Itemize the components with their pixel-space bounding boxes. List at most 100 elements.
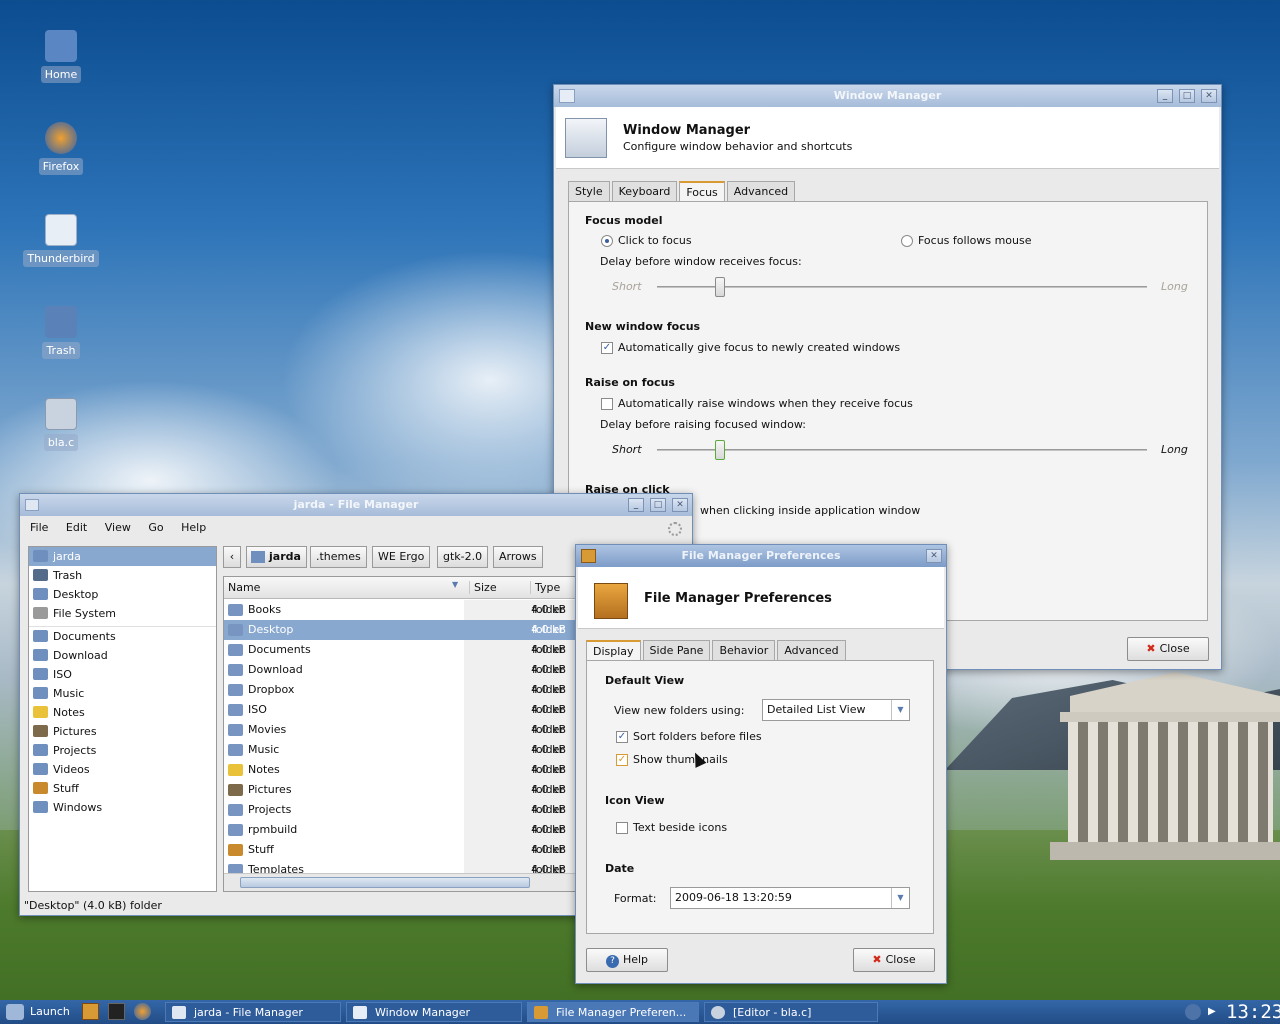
date-format-select[interactable]: 2009-06-18 13:20:59 ▼ — [670, 887, 910, 909]
breadcrumb-themes[interactable]: .themes — [310, 546, 367, 568]
path-back-button[interactable]: ‹ — [223, 546, 241, 568]
file-manager-launcher-icon[interactable] — [82, 1003, 99, 1020]
file-type: folder — [532, 683, 564, 696]
sidebar-item-iso[interactable]: ISO — [29, 665, 216, 684]
firefox-launcher-icon[interactable] — [134, 1003, 151, 1020]
column-header-size[interactable]: Size — [469, 581, 497, 594]
close-window-button[interactable]: ✕ — [672, 498, 688, 512]
maximize-button[interactable]: □ — [650, 498, 666, 512]
focus-model-heading: Focus model — [585, 214, 663, 227]
file-name: Dropbox — [248, 683, 295, 696]
tab-advanced[interactable]: Advanced — [777, 640, 846, 661]
breadcrumb-we-ergo[interactable]: WE Ergo — [372, 546, 431, 568]
sidebar-item-videos[interactable]: Videos — [29, 760, 216, 779]
folder-icon — [228, 824, 243, 836]
task-window-manager[interactable]: Window Manager — [346, 1002, 522, 1022]
text-beside-icons-checkbox[interactable]: Text beside icons — [616, 821, 727, 834]
chevron-down-icon: ▼ — [891, 888, 909, 908]
raise-delay-label: Delay before raising focused window: — [600, 418, 806, 431]
help-button[interactable]: ? Help — [586, 948, 668, 972]
click-to-focus-radio[interactable]: Click to focus — [601, 234, 692, 247]
sidebar-item-documents[interactable]: Documents — [29, 627, 216, 646]
menu-help[interactable]: Help — [181, 521, 206, 534]
folder-icon — [33, 801, 48, 813]
tab-display[interactable]: Display — [586, 640, 641, 661]
raise-delay-slider-handle[interactable] — [715, 440, 725, 460]
minimize-button[interactable]: _ — [1157, 89, 1173, 103]
sidebar-item-jarda[interactable]: jarda — [29, 547, 216, 566]
menu-edit[interactable]: Edit — [66, 521, 87, 534]
sidebar-item-pictures[interactable]: Pictures — [29, 722, 216, 741]
tray-expand-icon[interactable]: ▶ — [1208, 1004, 1218, 1020]
dialog-header: File Manager Preferences — [578, 567, 944, 629]
window-menu-icon[interactable] — [559, 89, 575, 103]
folder-icon — [228, 744, 243, 756]
sidebar-item-desktop[interactable]: Desktop — [29, 585, 216, 604]
launch-menu-button[interactable]: Launch — [4, 1002, 70, 1022]
window-titlebar[interactable]: Window Manager _ □ ✕ — [554, 85, 1221, 107]
menu-view[interactable]: View — [105, 521, 131, 534]
terminal-launcher-icon[interactable] — [108, 1003, 125, 1020]
desktop-icon-thunderbird[interactable]: Thunderbird — [21, 214, 101, 267]
sidebar-item-windows[interactable]: Windows — [29, 798, 216, 817]
sidebar-item-music[interactable]: Music — [29, 684, 216, 703]
maximize-button[interactable]: □ — [1179, 89, 1195, 103]
sidebar-item-download[interactable]: Download — [29, 646, 216, 665]
auto-raise-checkbox[interactable]: Automatically raise windows when they re… — [601, 397, 913, 410]
raise-delay-slider-track[interactable] — [657, 449, 1147, 451]
display-tab-panel: Default View View new folders using: Det… — [586, 660, 934, 934]
desktop-icon-home[interactable]: Home — [21, 30, 101, 83]
show-thumbnails-checkbox[interactable]: ✓ Show thumbnails — [616, 753, 728, 766]
task-label: jarda - File Manager — [194, 1006, 303, 1019]
column-header-type[interactable]: Type — [530, 581, 560, 594]
folder-icon[interactable] — [25, 499, 39, 511]
close-window-button[interactable]: ✕ — [1201, 89, 1217, 103]
sidebar-item-notes[interactable]: Notes — [29, 703, 216, 722]
focus-delay-slider-handle[interactable] — [715, 277, 725, 297]
breadcrumb-gtk[interactable]: gtk-2.0 — [437, 546, 489, 568]
tab-advanced[interactable]: Advanced — [726, 181, 796, 202]
task-file-manager[interactable]: jarda - File Manager — [165, 1002, 341, 1022]
default-view-heading: Default View — [605, 674, 685, 687]
minimize-button[interactable]: _ — [628, 498, 644, 512]
scrollbar-thumb[interactable] — [240, 877, 530, 888]
window-titlebar[interactable]: jarda - File Manager _ □ ✕ — [20, 494, 692, 516]
radio-label: Click to focus — [618, 234, 692, 247]
task-editor[interactable]: [Editor - bla.c] — [704, 1002, 878, 1022]
clock[interactable]: 13:23 — [1226, 1000, 1280, 1024]
breadcrumb-arrows[interactable]: Arrows — [493, 546, 543, 568]
column-header-name[interactable]: Name — [228, 581, 260, 594]
trash-icon — [45, 306, 77, 338]
tab-style[interactable]: Style — [568, 181, 610, 202]
tab-behavior[interactable]: Behavior — [712, 640, 776, 661]
close-button[interactable]: ✖ Close — [1127, 637, 1209, 661]
desktop-icon-firefox[interactable]: Firefox — [21, 122, 101, 175]
auto-focus-new-windows-checkbox[interactable]: ✓ Automatically give focus to newly creat… — [601, 341, 900, 354]
slider-short-label: Short — [612, 280, 642, 293]
focus-delay-slider-track[interactable] — [657, 286, 1147, 288]
sidebar-item-trash[interactable]: Trash — [29, 566, 216, 585]
tab-keyboard[interactable]: Keyboard — [611, 181, 678, 202]
close-window-button[interactable]: ✕ — [926, 549, 942, 563]
menu-file[interactable]: File — [30, 521, 48, 534]
sidebar-item-stuff[interactable]: Stuff — [29, 779, 216, 798]
desktop-icon-bla-c[interactable]: bla.c — [21, 398, 101, 451]
menu-go[interactable]: Go — [148, 521, 163, 534]
window-titlebar[interactable]: File Manager Preferences ✕ — [576, 545, 946, 567]
close-button[interactable]: ✖ Close — [853, 948, 935, 972]
desktop-icon-label: Home — [40, 66, 82, 83]
breadcrumb-jarda[interactable]: jarda — [246, 546, 307, 568]
view-new-folders-label: View new folders using: — [614, 704, 745, 717]
sidebar-item-projects[interactable]: Projects — [29, 741, 216, 760]
tab-focus[interactable]: Focus — [679, 181, 725, 202]
task-file-manager-preferences[interactable]: File Manager Preferen... — [527, 1002, 699, 1022]
default-view-select[interactable]: Detailed List View ▼ — [762, 699, 910, 721]
sort-folders-checkbox[interactable]: ✓ Sort folders before files — [616, 730, 762, 743]
sidebar-item-file-system[interactable]: File System — [29, 604, 216, 623]
system-tray-icon[interactable] — [1185, 1004, 1201, 1020]
preferences-icon[interactable] — [581, 549, 596, 563]
breadcrumb-label: jarda — [269, 550, 301, 563]
desktop-icon-trash[interactable]: Trash — [21, 306, 101, 359]
tab-side-pane[interactable]: Side Pane — [642, 640, 711, 661]
focus-follows-mouse-radio[interactable]: Focus follows mouse — [901, 234, 1032, 247]
